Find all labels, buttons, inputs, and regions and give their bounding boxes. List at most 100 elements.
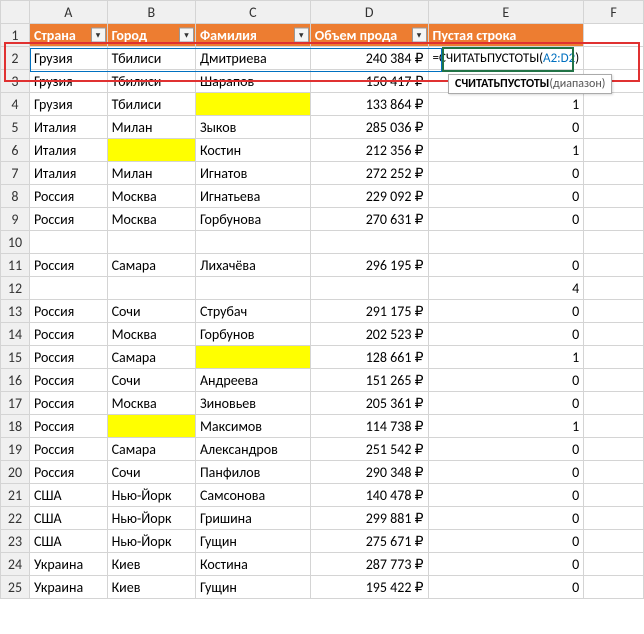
cell[interactable]: 212 356 ₽ [310,139,428,162]
row-header[interactable]: 6 [1,139,30,162]
cell[interactable]: 290 348 ₽ [310,461,428,484]
cell[interactable]: 114 738 ₽ [310,415,428,438]
cell[interactable]: Россия [29,300,107,323]
row-header[interactable]: 2 [1,47,30,70]
cell[interactable] [584,277,644,300]
cell[interactable]: 1 [428,139,584,162]
cell[interactable]: Гущин [195,530,310,553]
cell[interactable]: Зыков [195,116,310,139]
cell[interactable] [310,277,428,300]
cell[interactable]: Грузия [29,93,107,116]
cell[interactable]: 202 523 ₽ [310,323,428,346]
col-header-A[interactable]: A [29,1,107,24]
cell[interactable] [584,415,644,438]
cell[interactable]: 0 [428,576,584,599]
cell[interactable]: 133 864 ₽ [310,93,428,116]
cell[interactable]: 0 [428,438,584,461]
cell[interactable] [584,553,644,576]
cell[interactable]: Москва [107,392,195,415]
cell[interactable]: 0 [428,461,584,484]
cell[interactable]: Зиновьев [195,392,310,415]
row-header[interactable]: 22 [1,507,30,530]
cell[interactable] [584,300,644,323]
cell[interactable]: Дмитриева [195,47,310,70]
cell[interactable] [584,484,644,507]
cell[interactable]: Россия [29,208,107,231]
cell[interactable]: Максимов [195,415,310,438]
cell[interactable]: Россия [29,323,107,346]
cell[interactable] [584,507,644,530]
cell[interactable]: США [29,484,107,507]
cell[interactable]: Самара [107,346,195,369]
cell[interactable]: Киев [107,576,195,599]
col-header-E[interactable]: E [428,1,584,24]
row-header[interactable]: 25 [1,576,30,599]
cell[interactable]: Тбилиси [107,47,195,70]
cell[interactable]: Украина [29,553,107,576]
cell[interactable]: Тбилиси [107,93,195,116]
cell[interactable]: Россия [29,461,107,484]
cell[interactable]: Москва [107,323,195,346]
cell[interactable]: 0 [428,553,584,576]
cell[interactable]: Италия [29,139,107,162]
cell[interactable]: 0 [428,162,584,185]
cell[interactable]: 229 092 ₽ [310,185,428,208]
cell[interactable]: 4 [428,277,584,300]
col-header-D[interactable]: D [310,1,428,24]
filter-icon[interactable]: ▾ [412,28,427,43]
cell[interactable]: 0 [428,254,584,277]
cell[interactable]: 0 [428,208,584,231]
cell[interactable] [428,231,584,254]
corner-cell[interactable] [1,1,30,24]
cell[interactable] [107,139,195,162]
cell[interactable]: 0 [428,507,584,530]
cell[interactable]: 140 478 ₽ [310,484,428,507]
cell[interactable] [584,369,644,392]
cell[interactable]: Россия [29,346,107,369]
row-header[interactable]: 9 [1,208,30,231]
cell[interactable]: Украина [29,576,107,599]
cell[interactable]: Самсонова [195,484,310,507]
header-country[interactable]: Страна▾ [29,24,107,47]
cell[interactable]: Панфилов [195,461,310,484]
cell[interactable] [107,277,195,300]
cell[interactable]: 1 [428,415,584,438]
cell[interactable] [584,24,644,47]
cell[interactable]: Костина [195,553,310,576]
cell[interactable]: 0 [428,530,584,553]
cell[interactable]: 0 [428,392,584,415]
cell[interactable]: Сочи [107,461,195,484]
cell[interactable]: Игнатов [195,162,310,185]
cell[interactable] [195,231,310,254]
cell[interactable]: 272 252 ₽ [310,162,428,185]
cell[interactable]: 299 881 ₽ [310,507,428,530]
cell[interactable]: Андреева [195,369,310,392]
cell[interactable] [584,461,644,484]
header-city[interactable]: Город▾ [107,24,195,47]
cell[interactable] [584,323,644,346]
cell[interactable]: 1 [428,93,584,116]
row-header[interactable]: 23 [1,530,30,553]
cell[interactable]: Россия [29,415,107,438]
row-header[interactable]: 18 [1,415,30,438]
cell[interactable]: Александров [195,438,310,461]
cell[interactable]: Лихачёва [195,254,310,277]
row-header[interactable]: 11 [1,254,30,277]
cell[interactable]: Милан [107,116,195,139]
row-header[interactable]: 5 [1,116,30,139]
cell[interactable]: 0 [428,116,584,139]
cell[interactable]: Россия [29,369,107,392]
cell[interactable] [107,415,195,438]
cell[interactable]: =СЧИТАТЬПУСТОТЫ(A2:D2) [428,47,584,70]
cell[interactable]: 0 [428,323,584,346]
cell[interactable]: 151 265 ₽ [310,369,428,392]
cell[interactable]: 285 036 ₽ [310,116,428,139]
cell[interactable] [584,139,644,162]
cell[interactable] [584,47,644,70]
cell[interactable]: Самара [107,254,195,277]
cell[interactable]: Нью-Йорк [107,530,195,553]
row-header[interactable]: 7 [1,162,30,185]
cell[interactable]: Грузия [29,47,107,70]
cell[interactable]: Москва [107,208,195,231]
row-header[interactable]: 21 [1,484,30,507]
